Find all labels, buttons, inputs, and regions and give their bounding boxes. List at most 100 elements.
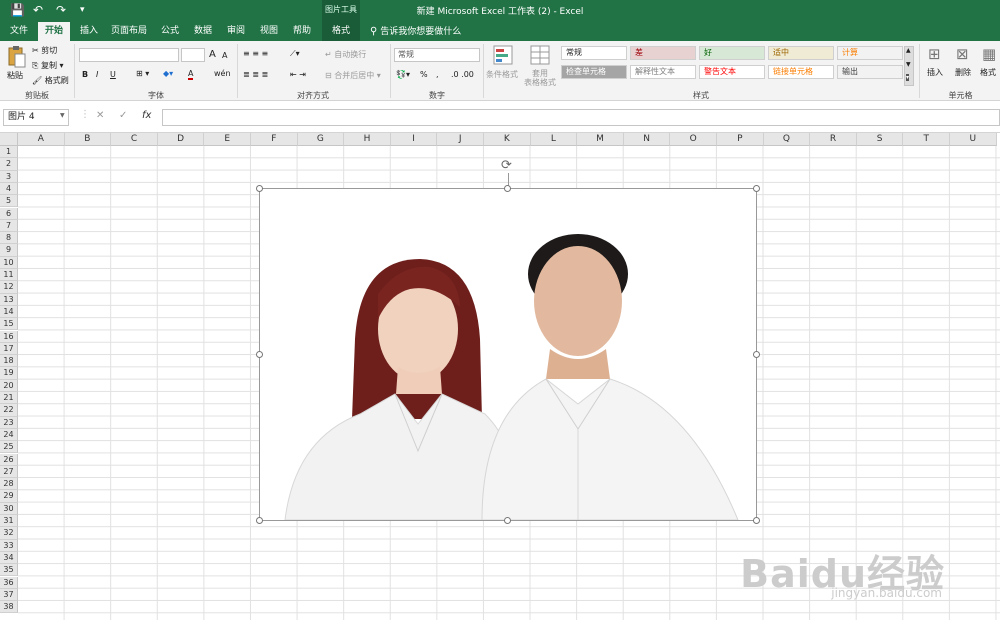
scroll-down-icon[interactable]: ▼ (906, 61, 911, 68)
resize-handle-left[interactable] (256, 351, 263, 358)
fill-color-icon[interactable]: ◆▾ (163, 69, 173, 78)
resize-handle-right[interactable] (753, 351, 760, 358)
cancel-entry-button[interactable]: ✕ (96, 110, 104, 121)
row-header[interactable]: 19 (0, 367, 18, 380)
column-header-q[interactable]: Q (763, 133, 811, 146)
styles-scrollbar[interactable]: ▲ ▼ ▾ (904, 46, 914, 86)
conditional-formatting-button[interactable]: 条件格式 (486, 45, 520, 87)
column-header-t[interactable]: T (903, 133, 950, 146)
row-header[interactable]: 16 (0, 330, 18, 343)
delete-cells-button[interactable]: ⊠ 删除 (952, 45, 976, 87)
tab-page-layout[interactable]: 页面布局 (108, 22, 150, 41)
row-header[interactable]: 18 (0, 355, 18, 368)
row-header[interactable]: 36 (0, 576, 18, 589)
row-header[interactable]: 17 (0, 342, 18, 356)
column-header-u[interactable]: U (950, 133, 997, 146)
orientation-icon[interactable]: ⟋▾ (290, 49, 300, 59)
tab-formulas[interactable]: 公式 (155, 22, 185, 41)
row-header[interactable]: 38 (0, 601, 18, 614)
resize-handle-top-left[interactable] (256, 185, 263, 192)
cell-style-option[interactable]: 解释性文本 (630, 65, 696, 79)
percent-button[interactable]: % (420, 70, 428, 79)
row-header[interactable]: 10 (0, 256, 18, 269)
column-header-b[interactable]: B (64, 133, 112, 146)
column-header-o[interactable]: O (670, 133, 717, 146)
tab-file[interactable]: 文件 (4, 22, 34, 41)
bold-button[interactable]: B (82, 70, 88, 79)
resize-handle-bottom[interactable] (504, 517, 511, 524)
cell-style-option[interactable]: 检查单元格 (561, 65, 627, 79)
row-header[interactable]: 2 (0, 158, 18, 171)
underline-button[interactable]: U (110, 70, 116, 79)
row-header[interactable]: 30 (0, 502, 18, 515)
name-box-dropdown-icon[interactable]: ▼ (60, 112, 65, 119)
row-header[interactable]: 7 (0, 219, 18, 233)
cell-style-option[interactable]: 差 (630, 46, 696, 60)
phonetic-icon[interactable]: wén (214, 69, 231, 78)
tab-format[interactable]: 格式 (322, 22, 360, 41)
column-header-p[interactable]: P (717, 133, 764, 146)
formula-input[interactable] (162, 109, 1000, 126)
merge-center-button[interactable]: ⊟ 合并后居中 ▾ (325, 70, 381, 81)
resize-handle-bottom-left[interactable] (256, 517, 263, 524)
insert-cells-button[interactable]: ⊞ 插入 (924, 45, 948, 87)
paste-button[interactable]: 粘贴 (4, 44, 28, 84)
insert-function-button[interactable]: fx (142, 110, 151, 121)
number-format-select[interactable]: 常规 (394, 48, 480, 62)
column-header-f[interactable]: F (251, 133, 298, 146)
cell-style-option[interactable]: 计算 (837, 46, 903, 60)
tell-me-search[interactable]: ⚲ 告诉我你想要做什么 (370, 22, 461, 41)
align-top-icon[interactable]: ≡ ≡ ≡ (243, 49, 268, 58)
row-header[interactable]: 20 (0, 379, 18, 392)
cell-style-option[interactable]: 警告文本 (699, 65, 765, 79)
comma-button[interactable]: , (436, 70, 439, 79)
row-header[interactable]: 27 (0, 465, 18, 479)
row-header[interactable]: 15 (0, 318, 18, 331)
row-header[interactable]: 37 (0, 588, 18, 602)
shrink-font-button[interactable]: A (222, 51, 227, 60)
row-header[interactable]: 35 (0, 564, 18, 577)
indent-icon[interactable]: ⇤ ⇥ (290, 70, 306, 79)
row-header[interactable]: 6 (0, 207, 18, 220)
row-header[interactable]: 33 (0, 539, 18, 552)
row-header[interactable]: 25 (0, 441, 18, 454)
column-header-a[interactable]: A (18, 133, 65, 146)
decimal-increase-icon[interactable]: .0 .00 (451, 70, 474, 79)
column-header-l[interactable]: L (530, 133, 578, 146)
font-color-button[interactable]: A (188, 69, 194, 80)
row-header[interactable]: 28 (0, 478, 18, 491)
row-header[interactable]: 32 (0, 527, 18, 540)
expand-gallery-icon[interactable]: ▾ (906, 74, 910, 81)
row-header[interactable]: 12 (0, 281, 18, 294)
copy-button[interactable]: ⎘ 复制 ▾ (32, 60, 64, 71)
resize-handle-top-right[interactable] (753, 185, 760, 192)
tab-review[interactable]: 审阅 (221, 22, 251, 41)
wrap-text-button[interactable]: ↵ 自动换行 (325, 49, 366, 60)
column-header-i[interactable]: I (390, 133, 438, 146)
tab-view[interactable]: 视图 (254, 22, 284, 41)
cell-style-option[interactable]: 常规 (561, 46, 627, 60)
row-header[interactable]: 34 (0, 551, 18, 565)
column-header-r[interactable]: R (810, 133, 857, 146)
column-header-s[interactable]: S (856, 133, 904, 146)
selected-picture[interactable] (256, 185, 760, 524)
cell-style-option[interactable]: 适中 (768, 46, 834, 60)
column-header-e[interactable]: E (204, 133, 251, 146)
row-header[interactable]: 31 (0, 515, 18, 528)
font-name-select[interactable] (79, 48, 179, 62)
tab-insert[interactable]: 插入 (74, 22, 104, 41)
row-header[interactable]: 11 (0, 269, 18, 282)
row-header[interactable]: 8 (0, 232, 18, 245)
format-as-table-button[interactable]: 套用 表格格式 (522, 45, 558, 87)
rotate-handle-icon[interactable]: ⟳ (501, 159, 515, 173)
row-header[interactable]: 3 (0, 170, 18, 183)
column-header-j[interactable]: J (437, 133, 484, 146)
align-left-icon[interactable]: ≣ ≣ ≣ (243, 70, 268, 79)
italic-button[interactable]: I (96, 70, 98, 79)
column-header-c[interactable]: C (111, 133, 158, 146)
column-header-m[interactable]: M (577, 133, 624, 146)
resize-handle-top[interactable] (504, 185, 511, 192)
scroll-up-icon[interactable]: ▲ (906, 47, 911, 54)
row-header[interactable]: 9 (0, 244, 18, 257)
column-header-k[interactable]: K (484, 133, 531, 146)
